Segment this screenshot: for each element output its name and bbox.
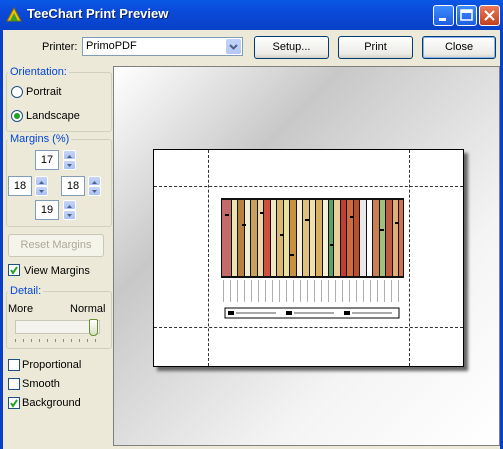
orientation-group	[6, 72, 112, 132]
portrait-label[interactable]: Portrait	[26, 86, 61, 98]
detail-title: Detail:	[8, 285, 44, 297]
title-bar: TeeChart Print Preview	[0, 0, 503, 30]
detail-more-label: More	[8, 303, 34, 315]
smooth-label[interactable]: Smooth	[22, 378, 60, 390]
margin-top-spinner[interactable]	[63, 150, 76, 170]
view-margins-checkbox[interactable]	[8, 264, 20, 276]
printer-dropdown-button[interactable]	[226, 39, 241, 54]
detail-normal-label: Normal	[70, 303, 106, 315]
background-checkbox[interactable]	[8, 397, 20, 409]
spin-up-icon[interactable]	[88, 176, 101, 186]
landscape-radio[interactable]	[11, 110, 23, 122]
chart-thumbnail-image	[220, 194, 406, 322]
chevron-down-icon	[229, 44, 238, 50]
printer-select[interactable]: PrimoPDF	[82, 37, 243, 56]
bottom-margin-line[interactable]	[154, 327, 463, 328]
margin-top-input[interactable]: 17	[35, 150, 59, 170]
orientation-title: Orientation:	[8, 66, 69, 78]
background-label[interactable]: Background	[22, 397, 81, 409]
spin-down-icon[interactable]	[35, 186, 48, 196]
top-margin-line[interactable]	[154, 186, 463, 187]
checkmark-icon	[10, 266, 18, 275]
margin-bottom-input[interactable]: 19	[35, 200, 59, 220]
smooth-checkbox[interactable]	[8, 378, 20, 390]
portrait-radio[interactable]	[11, 86, 23, 98]
printer-value: PrimoPDF	[86, 40, 137, 52]
proportional-checkbox[interactable]	[8, 359, 20, 371]
reset-margins-button[interactable]: Reset Margins	[8, 234, 104, 257]
spin-up-icon[interactable]	[63, 150, 76, 160]
spin-down-icon[interactable]	[63, 160, 76, 170]
window-title: TeeChart Print Preview	[27, 6, 169, 21]
setup-button[interactable]: Setup...	[254, 36, 329, 59]
margin-bottom-spinner[interactable]	[63, 200, 76, 220]
maximize-icon	[460, 9, 473, 21]
print-button[interactable]: Print	[338, 36, 413, 59]
detail-slider-track[interactable]	[15, 320, 100, 334]
spin-down-icon[interactable]	[88, 186, 101, 196]
detail-slider-ticks	[15, 339, 100, 342]
close-window-button[interactable]	[479, 5, 500, 26]
margin-right-input[interactable]: 18	[61, 176, 85, 196]
proportional-label[interactable]: Proportional	[22, 359, 81, 371]
maximize-button[interactable]	[456, 5, 477, 26]
view-margins-label[interactable]: View Margins	[24, 265, 90, 277]
print-preview-panel[interactable]	[113, 66, 500, 446]
teechart-app-icon	[6, 7, 22, 22]
detail-slider-thumb[interactable]	[89, 319, 98, 336]
margin-left-input[interactable]: 18	[8, 176, 32, 196]
printer-label: Printer:	[42, 41, 78, 53]
spin-up-icon[interactable]	[35, 176, 48, 186]
minimize-icon	[439, 18, 446, 21]
spin-up-icon[interactable]	[63, 200, 76, 210]
margins-title: Margins (%)	[8, 133, 72, 145]
spin-down-icon[interactable]	[63, 210, 76, 220]
checkmark-icon	[10, 399, 18, 408]
minimize-button[interactable]	[433, 5, 454, 26]
right-margin-line[interactable]	[409, 150, 410, 366]
landscape-label[interactable]: Landscape	[26, 110, 80, 122]
close-icon	[484, 10, 495, 21]
close-button[interactable]: Close	[422, 36, 496, 59]
margin-right-spinner[interactable]	[88, 176, 101, 196]
margin-left-spinner[interactable]	[35, 176, 48, 196]
preview-page	[153, 149, 464, 367]
left-margin-line[interactable]	[208, 150, 209, 366]
